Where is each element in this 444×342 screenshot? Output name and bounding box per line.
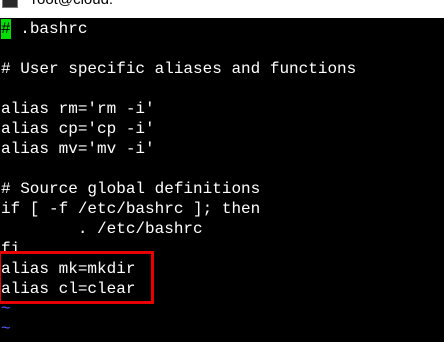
editor-line[interactable]: alias mv='mv -i' — [1, 139, 155, 159]
editor-line[interactable]: # User specific aliases and functions — [1, 59, 356, 79]
editor-line[interactable]: alias cp='cp -i' — [1, 119, 155, 139]
editor-line-text: .bashrc — [10, 20, 88, 38]
alias-highlight-box — [0, 251, 154, 304]
window-title: root@cloud:~ — [32, 0, 122, 8]
editor-line[interactable]: if [ -f /etc/bashrc ]; then — [1, 199, 260, 219]
editor-line[interactable]: . /etc/bashrc — [1, 219, 203, 239]
editor-line[interactable]: alias rm='rm -i' — [1, 99, 155, 119]
empty-line-marker: ~ — [1, 320, 11, 338]
editor-line[interactable]: # .bashrc — [1, 19, 87, 39]
text-cursor: # — [1, 19, 11, 39]
terminal-editor[interactable]: # .bashrc # User specific aliases and fu… — [0, 19, 444, 342]
editor-line[interactable]: # Source global definitions — [1, 179, 260, 199]
window-titlebar: root@cloud:~ — [0, 0, 444, 18]
terminal-icon — [2, 0, 18, 8]
